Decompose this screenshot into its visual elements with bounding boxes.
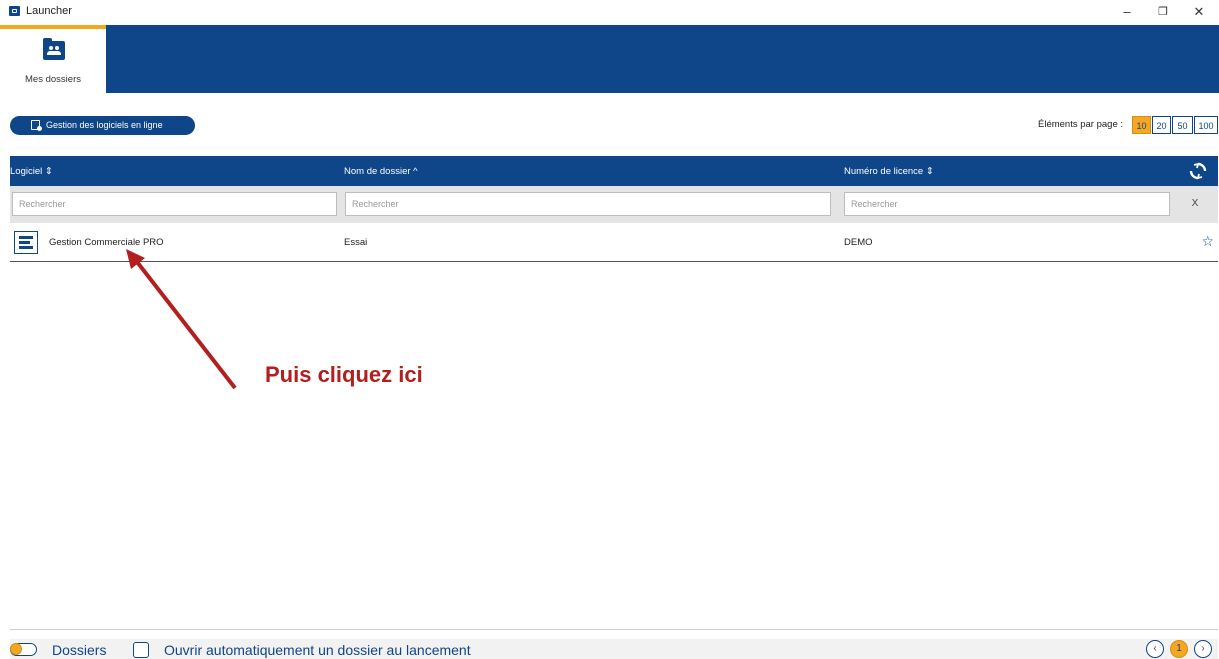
annotation-arrow (126, 249, 237, 390)
minimize-button[interactable]: – (1110, 2, 1144, 22)
prev-page-button[interactable]: ‹ (1146, 640, 1164, 658)
table-bottom-divider (10, 629, 1218, 630)
folder-users-icon (43, 38, 65, 60)
toggle-knob (10, 643, 22, 655)
page-1-button[interactable]: 1 (1170, 640, 1188, 658)
nav-header: Mes dossiers (0, 25, 1219, 93)
column-header-nom-de-dossier[interactable]: Nom de dossier ^ (344, 166, 418, 177)
filter-row: X (10, 186, 1218, 223)
favorite-star-icon[interactable]: ☆ (1201, 234, 1214, 248)
tab-label: Mes dossiers (25, 74, 81, 85)
column-header-numero-licence[interactable]: Numéro de licence ⇕ (844, 166, 934, 177)
gestion-commerciale-logo-icon (14, 231, 38, 254)
app-icon (9, 6, 20, 16)
cell-nom-de-dossier: Essai (344, 237, 368, 248)
per-page-label: Éléments par page : (1038, 119, 1124, 130)
tab-mes-dossiers[interactable]: Mes dossiers (0, 25, 106, 93)
search-licence-input[interactable] (844, 192, 1170, 216)
window-titlebar: Launcher – ❐ ✕ (0, 0, 1219, 25)
sort-icon: ⇕ (925, 166, 934, 177)
refresh-icon[interactable] (1188, 161, 1208, 181)
next-page-button[interactable]: › (1194, 640, 1212, 658)
online-software-button[interactable]: Gestion des logiciels en ligne (10, 116, 195, 135)
cell-logiciel[interactable]: Gestion Commerciale PRO (49, 237, 164, 248)
online-software-label: Gestion des logiciels en ligne (46, 120, 163, 130)
cell-numero-licence: DEMO (844, 237, 873, 248)
clear-filters-button[interactable]: X (1172, 192, 1218, 216)
toggle-label: Dossiers (52, 642, 107, 658)
column-header-logiciel[interactable]: Logiciel ⇕ (10, 166, 53, 177)
restore-button[interactable]: ❐ (1146, 2, 1180, 22)
close-button[interactable]: ✕ (1182, 2, 1216, 22)
sort-asc-icon: ^ (413, 166, 418, 177)
dossiers-toggle[interactable] (10, 643, 37, 656)
per-page-20[interactable]: 20 (1152, 116, 1171, 134)
search-logiciel-input[interactable] (12, 192, 337, 216)
table-header: Logiciel ⇕ Nom de dossier ^ Numéro de li… (10, 156, 1218, 186)
auto-open-checkbox[interactable] (133, 642, 149, 658)
sort-icon: ⇕ (44, 166, 53, 177)
software-settings-icon (31, 120, 42, 131)
window-title: Launcher (26, 5, 72, 17)
per-page-10[interactable]: 10 (1132, 116, 1151, 134)
auto-open-label: Ouvrir automatiquement un dossier au lan… (164, 642, 471, 658)
per-page-100[interactable]: 100 (1194, 116, 1218, 134)
per-page-50[interactable]: 50 (1172, 116, 1193, 134)
table-row[interactable]: Gestion Commerciale PRO Essai DEMO ☆ (10, 224, 1218, 262)
annotation-text: Puis cliquez ici (265, 362, 423, 387)
search-dossier-input[interactable] (345, 192, 831, 216)
